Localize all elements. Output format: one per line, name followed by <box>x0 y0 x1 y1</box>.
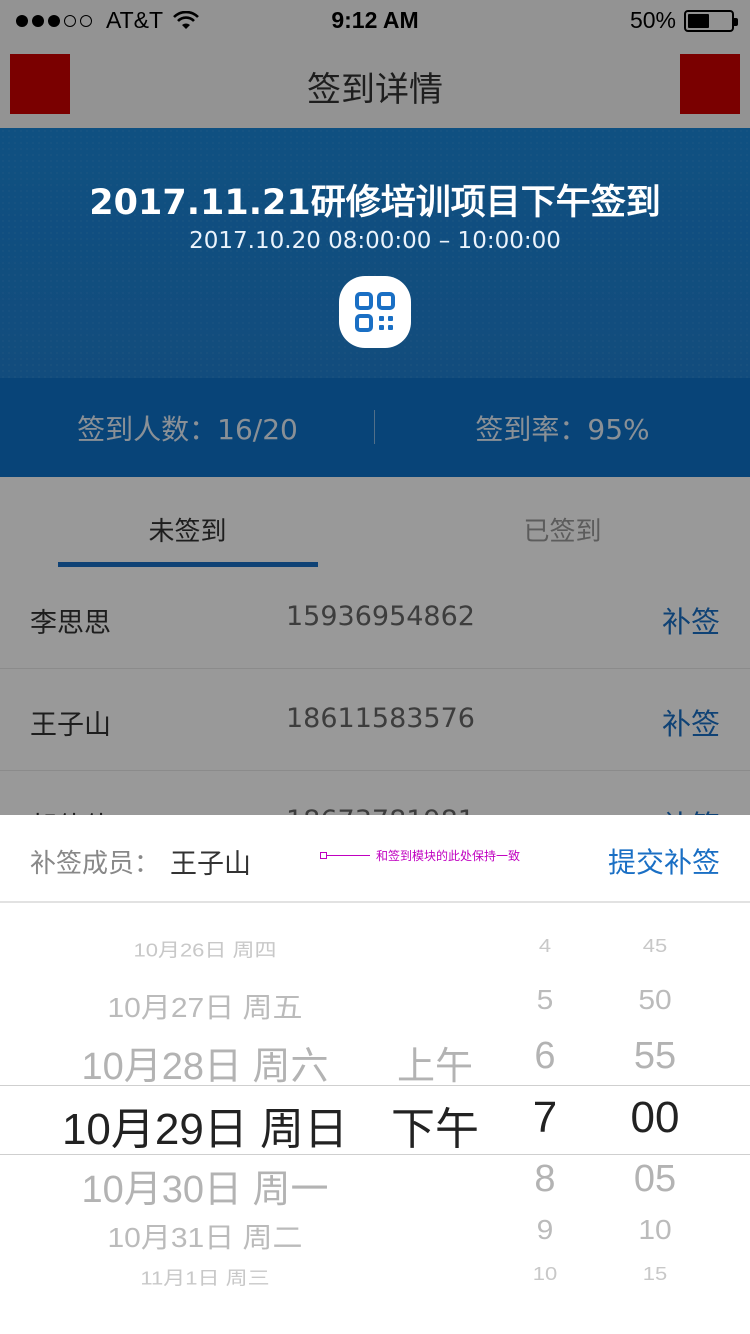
event-title: 2017.11.21研修培训项目下午签到 <box>89 183 661 223</box>
picker-minute-selected: 00 <box>630 1093 680 1142</box>
picker-date: 10月31日 周二 <box>107 1223 303 1254</box>
resign-member-label: 补签成员： <box>30 849 161 879</box>
event-time-range: 2017.10.20 08:00:00 – 10:00:00 <box>189 228 561 254</box>
picker-minute: 50 <box>638 985 672 1016</box>
modal-backdrop[interactable] <box>0 0 750 815</box>
datetime-picker[interactable]: 10月26日 周四 4 45 10月27日 周五 5 50 10月28日 周六 … <box>0 905 750 1334</box>
annotation-line <box>320 852 370 859</box>
picker-hour: 9 <box>536 1215 554 1246</box>
picker-hour: 8 <box>534 1158 556 1200</box>
annotation-text: 和签到模块的此处保持一致 <box>376 849 521 863</box>
picker-hour: 10 <box>532 1263 558 1285</box>
picker-date: 10月30日 周一 <box>81 1169 329 1211</box>
picker-hour: 5 <box>536 985 554 1016</box>
sheet-header: 补签成员： 王子山 和签到模块的此处保持一致 提交补签 <box>0 815 750 903</box>
qr-code-button[interactable] <box>339 276 411 348</box>
picker-minute: 55 <box>633 1035 677 1077</box>
qr-code-icon <box>355 292 395 332</box>
design-annotation: 和签到模块的此处保持一致 <box>320 847 520 864</box>
submit-resign-button[interactable]: 提交补签 <box>608 841 720 881</box>
picker-hour-selected: 7 <box>532 1093 558 1142</box>
picker-ampm-selected: 下午 <box>391 1105 479 1154</box>
picker-minute: 15 <box>642 1263 668 1285</box>
picker-minute: 05 <box>633 1158 677 1200</box>
picker-date: 10月26日 周四 <box>133 939 277 961</box>
picker-minute: 10 <box>638 1215 672 1246</box>
picker-hour: 4 <box>538 935 552 957</box>
picker-date-selected: 10月29日 周日 <box>61 1105 349 1154</box>
picker-date: 10月28日 周六 <box>81 1046 329 1088</box>
picker-hour: 6 <box>534 1035 556 1077</box>
picker-date: 10月27日 周五 <box>107 993 303 1024</box>
resign-member-name: 王子山 <box>170 849 251 880</box>
picker-minute: 45 <box>642 935 668 957</box>
picker-date: 11月1日 周三 <box>140 1267 270 1289</box>
picker-ampm: 上午 <box>396 1046 473 1088</box>
resign-picker-sheet: 补签成员： 王子山 和签到模块的此处保持一致 提交补签 10月26日 周四 4 … <box>0 815 750 1334</box>
